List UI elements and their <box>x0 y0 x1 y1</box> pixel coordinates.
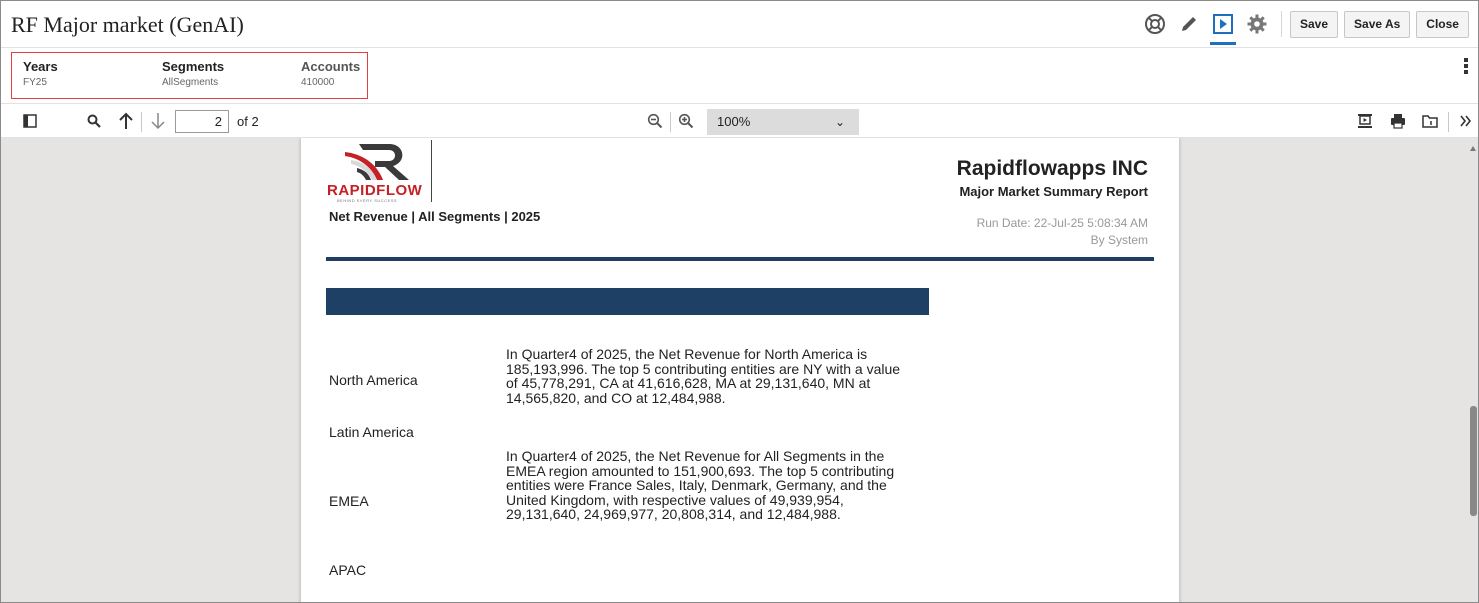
vertical-scrollbar[interactable] <box>1468 138 1478 602</box>
next-page-arrow-icon[interactable] <box>147 104 169 138</box>
pov-bar: Years FY25 Segments AllSegments Accounts… <box>1 48 1478 104</box>
zoom-in-icon[interactable] <box>675 104 697 138</box>
toolbar-divider <box>1448 112 1449 132</box>
print-icon[interactable] <box>1387 104 1409 138</box>
app-header: RF Major market (GenAI) Save Save As Clo… <box>1 1 1478 48</box>
pov-value: AllSegments <box>162 77 219 88</box>
run-play-icon[interactable] <box>1209 10 1237 45</box>
pov-label: Accounts <box>301 59 361 74</box>
logo-wordmark: RAPIDFLOW <box>327 182 423 199</box>
logo-divider <box>431 140 432 202</box>
zoom-level-select[interactable]: 100% ⌄ <box>707 109 859 135</box>
save-button[interactable]: Save <box>1290 10 1339 38</box>
region-summary: In Quarter4 of 2025, the Net Revenue for… <box>506 346 901 406</box>
pov-segments[interactable]: Segments AllSegments <box>162 59 224 88</box>
pov-accounts[interactable]: Accounts 410000 <box>301 59 360 88</box>
zoom-level-value: 100% <box>717 114 751 129</box>
document-viewer[interactable]: RAPIDFLOW BEHIND EVERY SUCCESS Net Reven… <box>1 138 1478 602</box>
region-summary: In Quarter4 of 2025, the Net Revenue for… <box>506 448 895 523</box>
header-rule <box>326 257 1154 261</box>
edit-pencil-icon[interactable] <box>1175 10 1203 38</box>
pov-value: FY25 <box>23 77 47 88</box>
active-tab-underline <box>1210 42 1236 45</box>
region-name: APAC <box>329 562 367 578</box>
toolbar-divider <box>670 112 671 132</box>
company-name: Rapidflowapps INC <box>956 157 1148 180</box>
page-title: RF Major market (GenAI) <box>11 12 244 37</box>
region-name: EMEA <box>329 493 369 509</box>
pov-years[interactable]: Years FY25 <box>23 59 58 88</box>
scroll-up-arrow-icon[interactable] <box>1470 146 1476 151</box>
open-file-folder-icon[interactable] <box>1419 104 1441 138</box>
previous-page-arrow-icon[interactable] <box>115 104 137 138</box>
scrollbar-thumb[interactable] <box>1470 406 1477 516</box>
report-title: Major Market Summary Report <box>959 184 1148 199</box>
page-count-label: of 2 <box>237 114 259 129</box>
rapidflow-logo: RAPIDFLOW BEHIND EVERY SUCCESS <box>327 142 431 203</box>
more-tools-chevron-icon[interactable] <box>1456 104 1476 138</box>
find-search-icon[interactable] <box>83 104 105 138</box>
header-actions: Save Save As Close <box>1141 9 1475 45</box>
help-lifebuoy-icon[interactable] <box>1141 10 1169 38</box>
toolbar-divider <box>141 112 142 132</box>
sidebar-toggle-icon[interactable] <box>19 104 41 138</box>
pov-more-icon[interactable] <box>1464 58 1468 76</box>
page-number-input[interactable]: 2 <box>175 110 229 133</box>
logo-tagline: BEHIND EVERY SUCCESS <box>337 198 398 203</box>
pov-label: Years <box>23 59 58 74</box>
presentation-mode-icon[interactable] <box>1354 104 1376 138</box>
run-date: Run Date: 22-Jul-25 5:08:34 AM <box>976 216 1148 230</box>
save-as-button[interactable]: Save As <box>1344 10 1411 38</box>
pov-value: 410000 <box>301 77 335 88</box>
pov-label: Segments <box>162 59 225 74</box>
section-banner <box>326 288 929 315</box>
region-name: Latin America <box>329 424 414 440</box>
chevron-down-icon: ⌄ <box>834 115 845 129</box>
region-name: North America <box>329 372 418 388</box>
close-button[interactable]: Close <box>1416 10 1469 38</box>
header-divider <box>1281 11 1282 37</box>
report-subtitle: Net Revenue | All Segments | 2025 <box>329 209 541 224</box>
run-by: By System <box>1090 233 1148 247</box>
viewer-toolbar: 2 of 2 100% ⌄ <box>1 104 1478 138</box>
report-page: RAPIDFLOW BEHIND EVERY SUCCESS Net Reven… <box>301 138 1179 602</box>
zoom-out-icon[interactable] <box>644 104 666 138</box>
settings-gear-icon[interactable] <box>1243 10 1271 38</box>
